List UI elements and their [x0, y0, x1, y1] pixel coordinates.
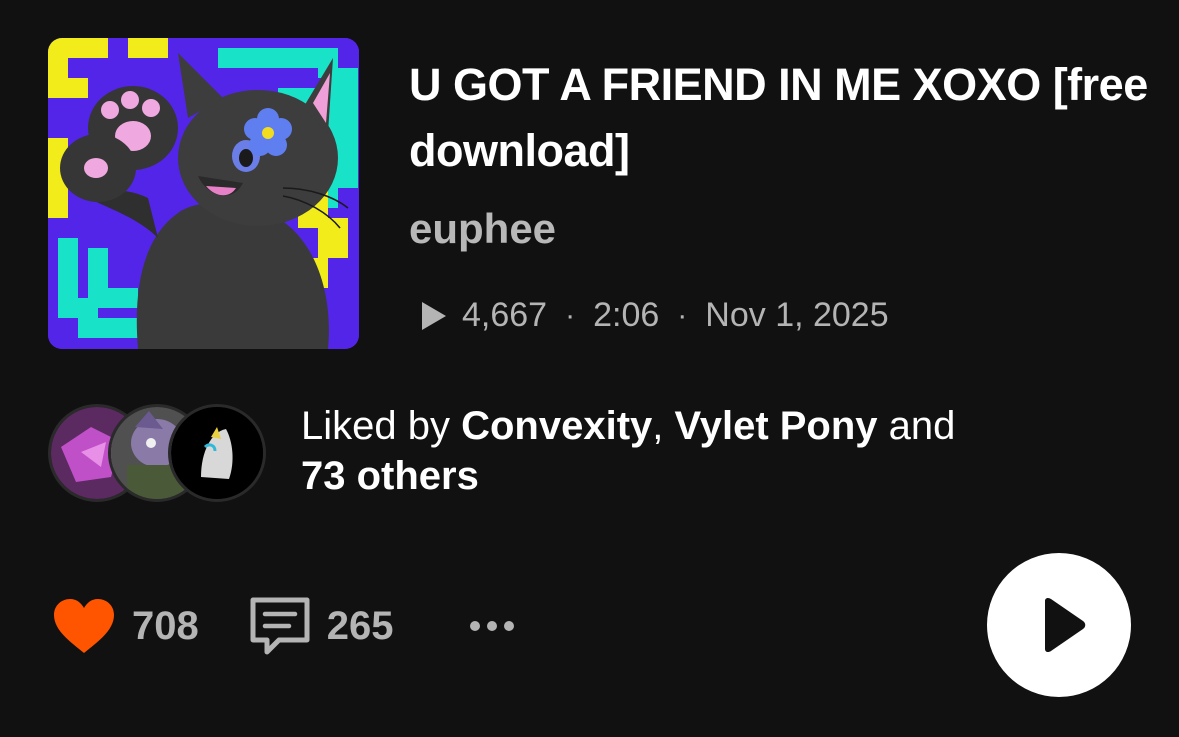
release-date: Nov 1, 2025 [705, 296, 889, 334]
separator-dot: · [565, 298, 576, 332]
comment-count: 265 [326, 603, 394, 648]
play-count: 4,667 [462, 296, 548, 334]
action-bar: 708 265 [52, 596, 516, 656]
liker-avatars[interactable] [48, 404, 268, 502]
track-duration: 2:06 [593, 296, 660, 334]
liked-by-prefix: Liked by [301, 404, 462, 448]
like-count: 708 [132, 603, 199, 648]
like-button[interactable]: 708 [52, 597, 199, 655]
play-count-icon [422, 301, 446, 330]
comment-icon [250, 597, 310, 655]
heart-icon [54, 599, 114, 653]
separator-dot: · [677, 298, 688, 332]
play-icon [1045, 597, 1086, 653]
track-title[interactable]: U GOT A FRIEND IN ME XOXO [free download… [409, 52, 1149, 184]
comment-button[interactable]: 265 [199, 596, 394, 656]
more-icon[interactable] [468, 619, 516, 633]
likers-others[interactable]: 73 others [301, 454, 479, 498]
cat-artwork-image [48, 38, 359, 349]
track-artwork[interactable] [48, 38, 359, 349]
liked-by-and: and [877, 404, 956, 448]
track-card: U GOT A FRIEND IN ME XOXO [free download… [0, 0, 1179, 737]
liker-name[interactable]: Vylet Pony [675, 404, 878, 448]
liked-by-text[interactable]: Liked by Convexity, Vylet Pony and 73 oth… [301, 401, 1061, 501]
avatar[interactable] [168, 404, 266, 502]
avatar-image [171, 407, 263, 499]
liker-name[interactable]: Convexity [461, 404, 652, 448]
track-meta: 4,667 · 2:06 · Nov 1, 2025 [420, 296, 889, 335]
artist-name[interactable]: euphee [409, 205, 556, 253]
liked-by-comma: , [652, 404, 675, 448]
play-button[interactable] [987, 553, 1131, 697]
